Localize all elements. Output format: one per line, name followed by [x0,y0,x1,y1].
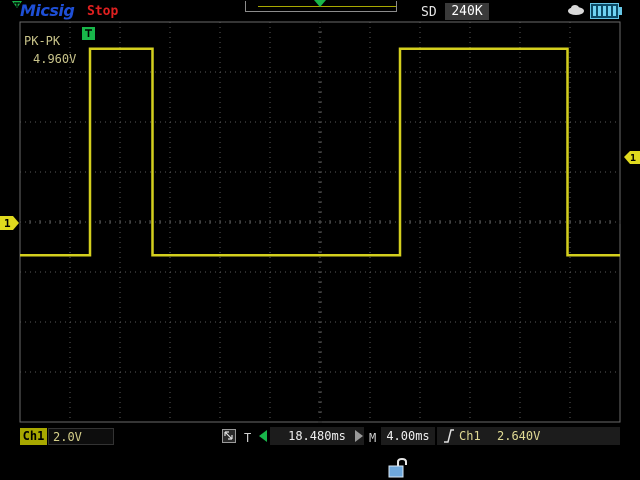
lock-icon[interactable] [388,458,410,478]
arrow-left-icon[interactable] [257,429,268,443]
timebase-label: M [369,431,377,445]
arrow-right-icon[interactable] [354,429,365,443]
trigger-source: Ch1 [459,429,481,443]
time-per-div[interactable]: 4.00ms [381,427,435,445]
trigger-position-value[interactable]: 18.480ms [270,427,364,445]
zoom-icon[interactable] [222,429,236,443]
edge-rising-icon [444,429,454,443]
trigger-t-marker-icon [82,27,95,40]
trigger-position-label: T [244,431,252,445]
ch1-offset-marker-label: 1 [4,217,11,230]
graticule [19,21,621,423]
ch1-offset-marker[interactable]: 1 [0,216,19,230]
bottom-status-bar: Ch1 2.0V T 18.480ms M 4.00ms Ch1 2.640V [0,424,640,480]
measurement-value: 4.960V [33,52,77,66]
measurement-label: PK-PK [24,34,61,48]
ch1-badge[interactable]: Ch1 [20,428,47,445]
trigger-settings[interactable]: Ch1 2.640V [437,427,620,445]
waveform-display[interactable]: 1 1 [0,0,640,480]
trigger-level-marker-label: 1 [630,153,636,164]
trigger-level: 2.640V [497,429,541,443]
trigger-level-marker[interactable]: 1 [624,151,640,164]
ch1-volts-per-div[interactable]: 2.0V [48,428,114,445]
